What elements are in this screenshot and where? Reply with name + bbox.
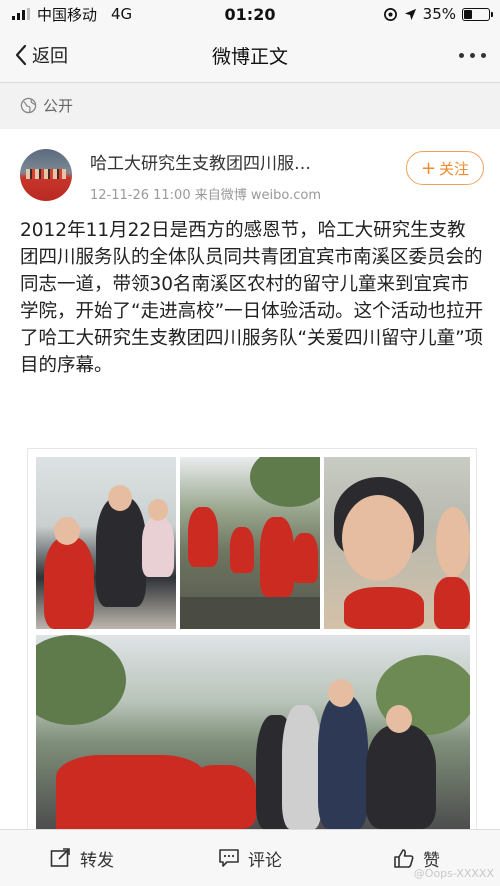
author-name[interactable]: 哈工大研究生支教团四川服…: [90, 149, 390, 174]
repost-icon: [50, 848, 70, 867]
plus-icon: +: [420, 157, 437, 179]
photo-collage[interactable]: [28, 449, 476, 829]
visibility-label: 公开: [43, 96, 74, 115]
signal-icon: [12, 8, 30, 20]
status-bar: 中国移动 4G 01:20 35%: [0, 0, 500, 28]
avatar[interactable]: [20, 149, 72, 201]
action-bar: 转发 评论 赞 @Oops-XXXXX: [0, 829, 500, 886]
globe-icon: [20, 97, 37, 113]
carrier-name: 中国移动: [37, 5, 98, 24]
battery-icon: [462, 7, 493, 21]
more-icon[interactable]: [459, 52, 486, 58]
photo-group[interactable]: [36, 635, 470, 829]
battery-percent: 35%: [422, 5, 456, 23]
watermark: @Oops-XXXXX: [413, 867, 494, 880]
photo-girl-portrait[interactable]: [324, 457, 470, 629]
like-icon: [394, 848, 414, 868]
nav-bar: 返回 微博正文: [0, 28, 500, 83]
photo-classroom[interactable]: [36, 457, 176, 629]
comment-button[interactable]: 评论: [218, 846, 282, 871]
back-chevron-icon: [15, 44, 27, 66]
post-card: 哈工大研究生支教团四川服… 12-11-26 11:00 来自微博 weibo.…: [0, 129, 500, 829]
gps-icon: [383, 7, 397, 21]
post-text: 2012年11月22日是西方的感恩节，哈工大研究生支教团四川服务队的全体队员同共…: [20, 220, 484, 376]
visibility-bar: 公开: [0, 83, 500, 127]
follow-label: 关注: [439, 159, 470, 178]
follow-button[interactable]: + 关注: [406, 151, 484, 185]
network-type: 4G: [111, 5, 133, 23]
back-label: 返回: [32, 46, 68, 67]
back-button[interactable]: 返回: [14, 42, 68, 68]
comment-label: 评论: [248, 850, 282, 871]
location-arrow-icon: [404, 8, 416, 20]
page-title: 微博正文: [211, 45, 289, 68]
post-meta: 12-11-26 11:00 来自微博 weibo.com: [90, 188, 321, 203]
comment-icon: [219, 849, 239, 867]
repost-button[interactable]: 转发: [50, 846, 114, 871]
photo-stairs[interactable]: [180, 457, 320, 629]
clock: 01:20: [224, 4, 276, 24]
repost-label: 转发: [80, 850, 114, 871]
